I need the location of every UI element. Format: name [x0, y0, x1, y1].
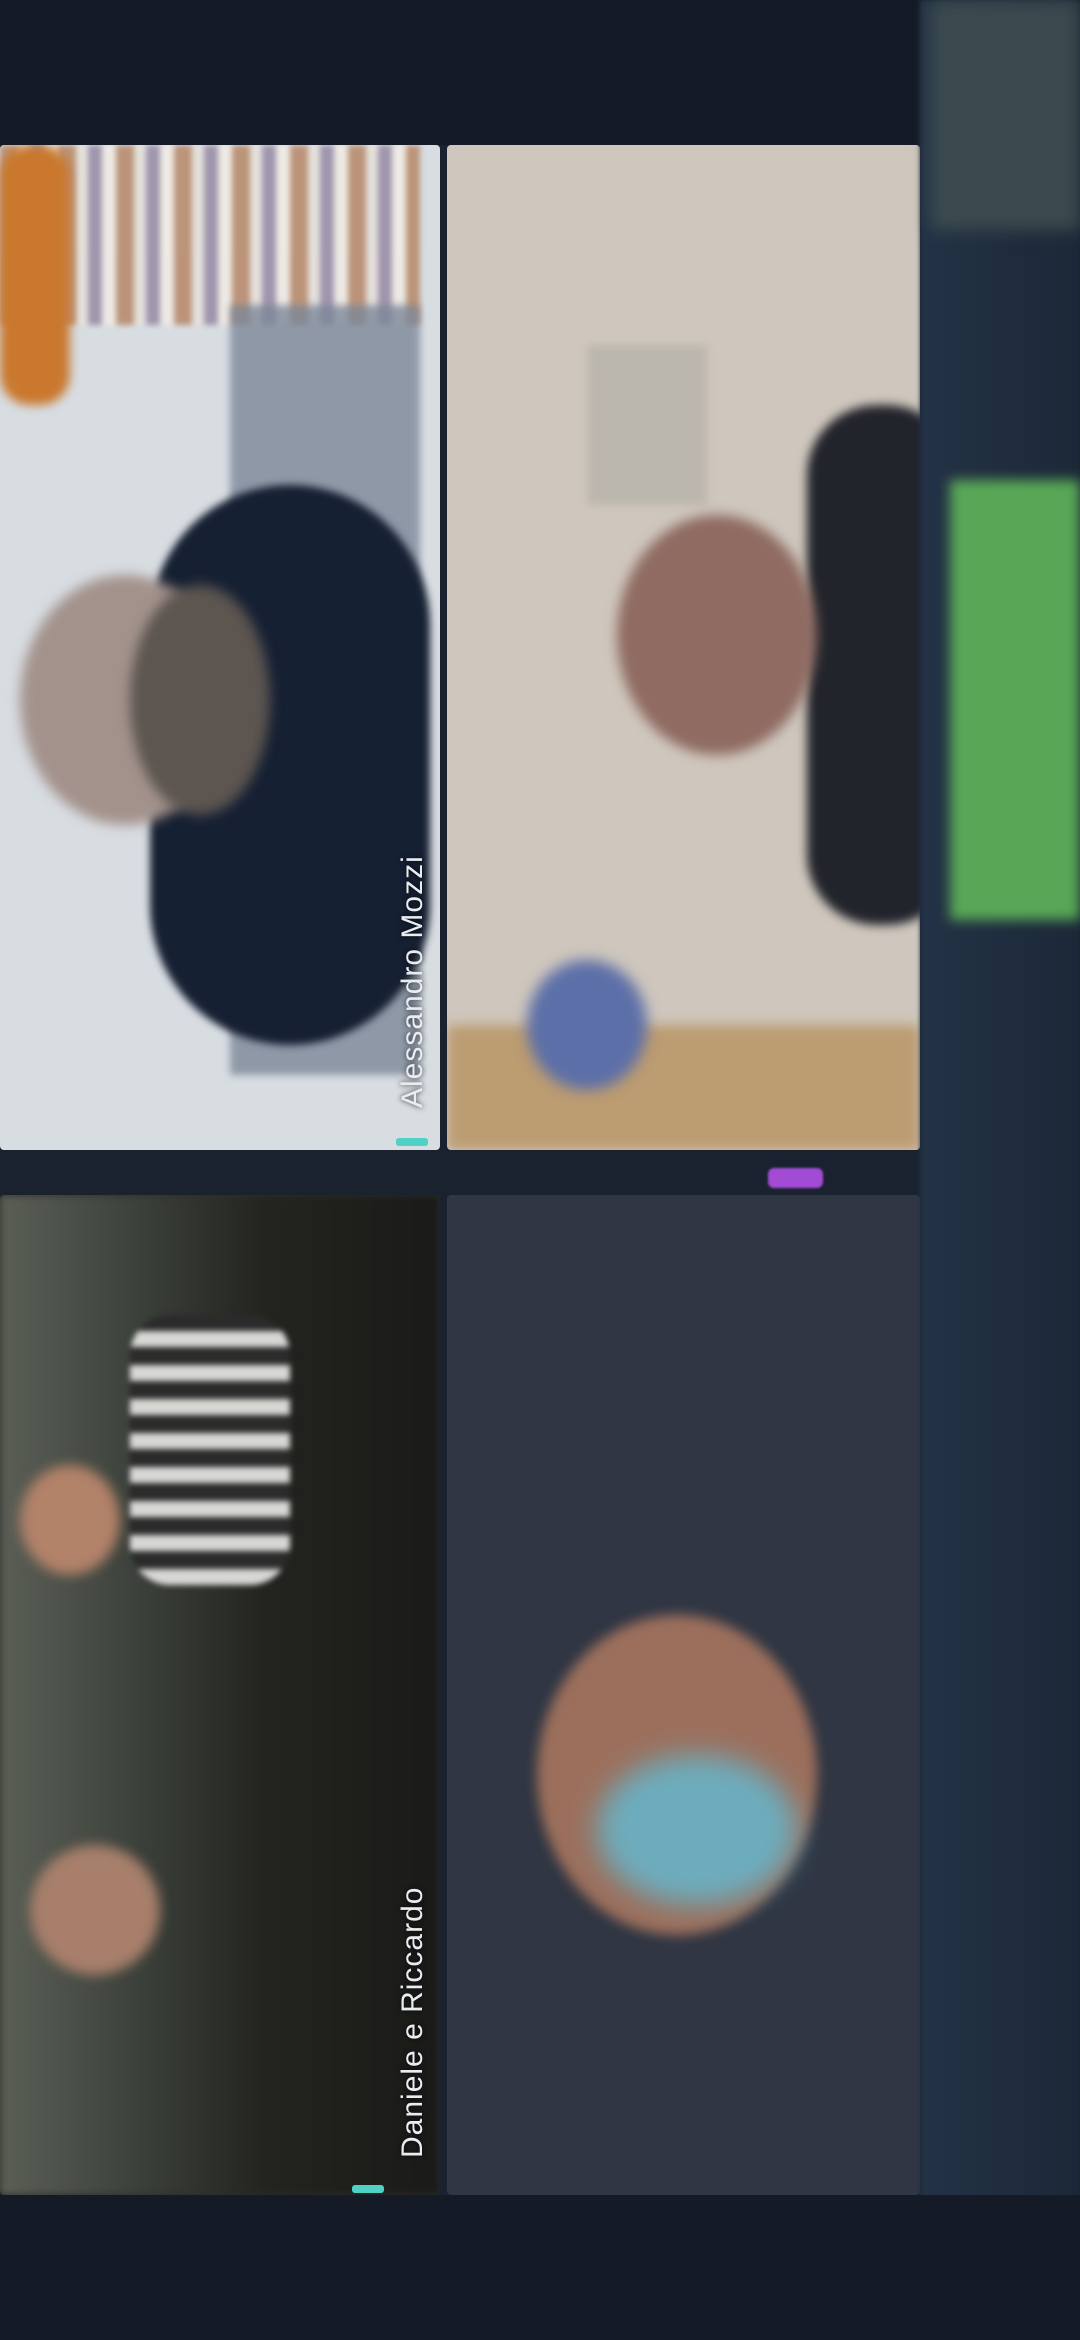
participant-face	[20, 1465, 120, 1575]
participant-beard	[130, 585, 270, 815]
video-tile-3[interactable]	[0, 1195, 440, 2195]
participant-face	[30, 1845, 160, 1975]
background-plant	[527, 960, 647, 1090]
background-frame	[587, 345, 707, 505]
screen-glow	[597, 1755, 797, 1905]
side-panel[interactable]	[920, 0, 1080, 2340]
participant-name-label-3: Daniele e Riccardo	[396, 1886, 429, 2158]
background-floor	[447, 1025, 920, 1150]
speaking-indicator-1	[396, 1138, 428, 1146]
participant-body	[807, 405, 920, 925]
participant-face	[617, 515, 817, 755]
participant-badge-icon	[768, 1168, 823, 1188]
side-panel-thumbnail	[930, 0, 1080, 230]
participant-striped-shirt	[130, 1315, 290, 1585]
speaking-indicator-3	[352, 2185, 384, 2193]
participant-collar	[0, 145, 70, 405]
video-tile-4[interactable]	[447, 1195, 920, 2195]
bottom-bar	[0, 2195, 1080, 2340]
participant-name-label-1: Alessandro Mozzi	[396, 855, 429, 1108]
video-tile-2[interactable]	[447, 145, 920, 1150]
side-panel-thumbnail	[950, 480, 1080, 920]
top-bar	[0, 0, 1080, 145]
video-tile-1[interactable]	[0, 145, 440, 1150]
